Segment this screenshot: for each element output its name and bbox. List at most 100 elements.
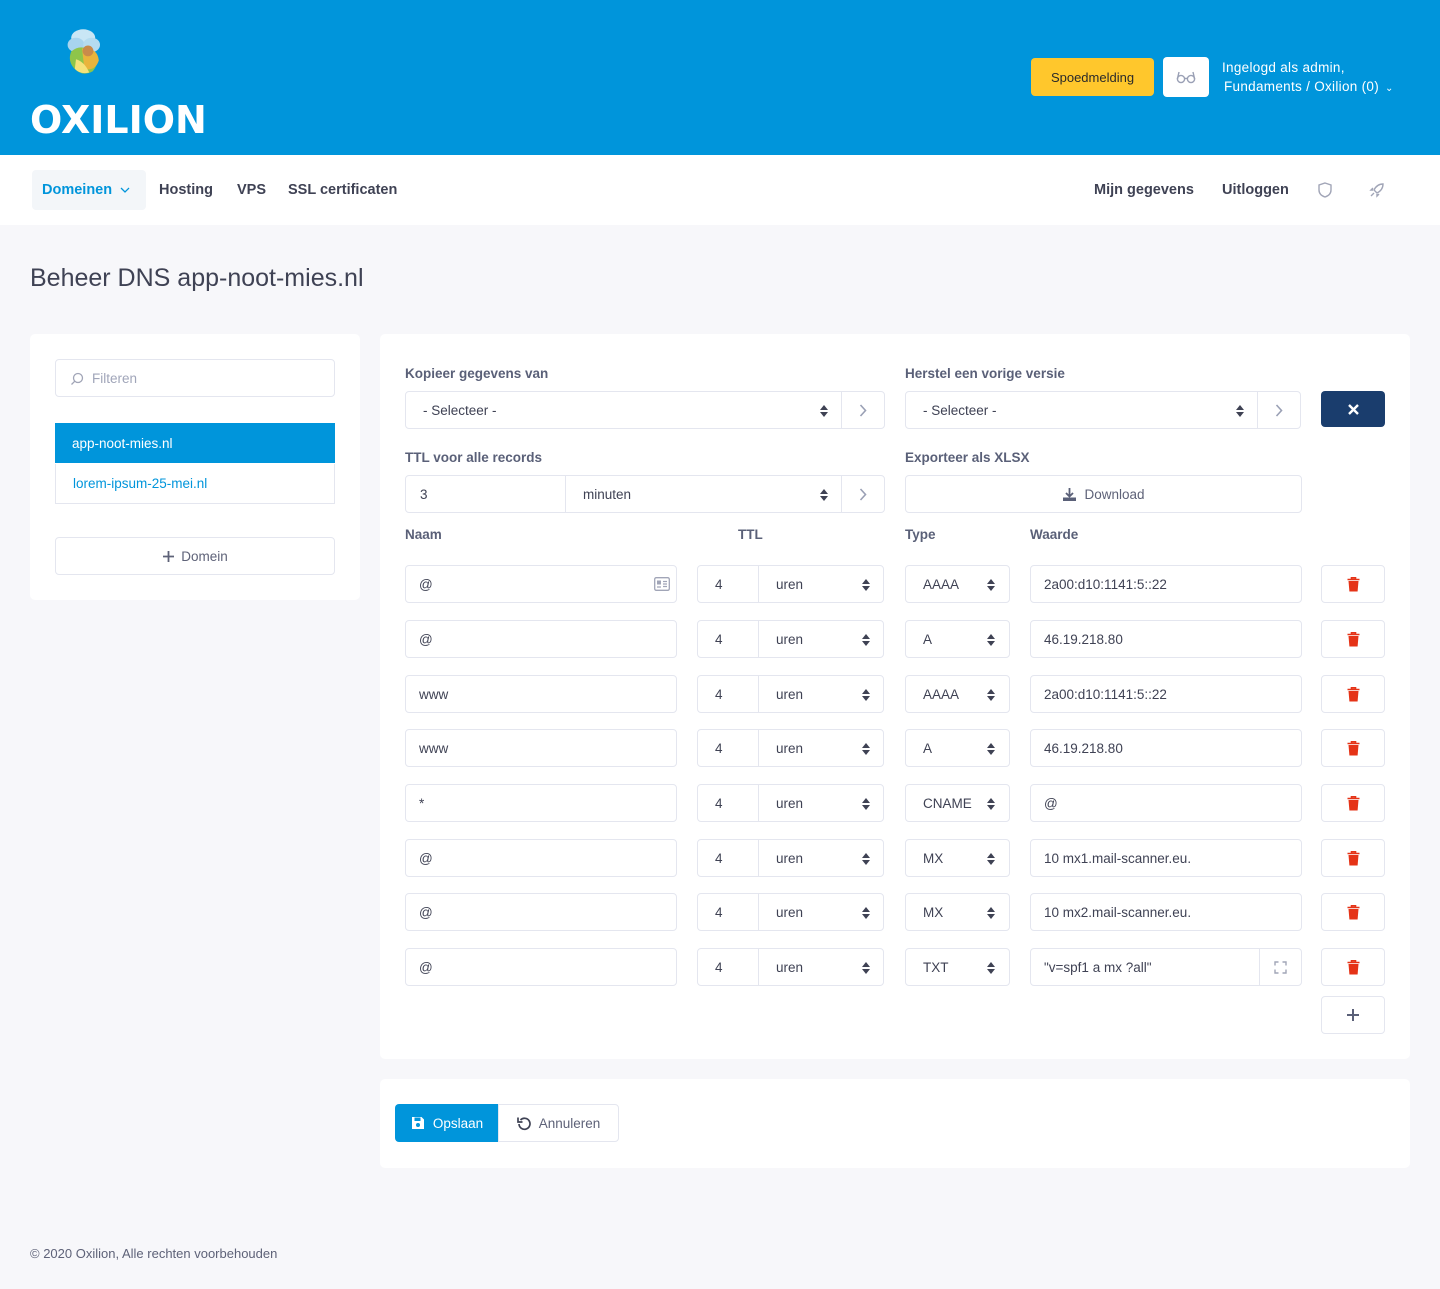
record-name-input[interactable]: www bbox=[405, 675, 677, 713]
record-ttl-unit-select[interactable]: uren bbox=[758, 729, 884, 767]
record-ttl-unit-value: uren bbox=[776, 631, 804, 647]
plus-icon bbox=[163, 550, 175, 562]
nav-item-ssl[interactable]: SSL certificaten bbox=[288, 170, 397, 210]
record-name-input[interactable]: * bbox=[405, 784, 677, 822]
record-ttl-unit-select[interactable]: uren bbox=[758, 620, 884, 658]
delete-record-button[interactable] bbox=[1321, 948, 1385, 986]
record-ttl-unit-value: uren bbox=[776, 740, 804, 756]
nav-item-domeinen[interactable]: Domeinen bbox=[32, 170, 146, 210]
record-ttl-input[interactable]: 4 bbox=[697, 729, 759, 767]
contact-card-icon[interactable] bbox=[654, 577, 670, 591]
record-ttl-unit-select[interactable]: uren bbox=[758, 675, 884, 713]
save-button[interactable]: Opslaan bbox=[395, 1104, 499, 1142]
filter-field[interactable]: Filteren bbox=[55, 359, 335, 397]
cancel-button[interactable]: Annuleren bbox=[498, 1104, 619, 1142]
restore-apply-button[interactable] bbox=[1257, 391, 1301, 429]
shield-icon[interactable] bbox=[1316, 181, 1334, 199]
record-type-select[interactable]: TXT bbox=[905, 948, 1010, 986]
record-value-input[interactable]: "v=spf1 a mx ?all" bbox=[1030, 948, 1302, 986]
chevron-right-icon bbox=[859, 403, 867, 417]
oxilion-logo-icon[interactable] bbox=[58, 18, 148, 103]
record-ttl-input[interactable]: 4 bbox=[697, 675, 759, 713]
domain-list-item-active[interactable]: app-noot-mies.nl bbox=[55, 423, 335, 463]
record-value-input[interactable]: 46.19.218.80 bbox=[1030, 729, 1302, 767]
nav-item-vps[interactable]: VPS bbox=[237, 170, 266, 210]
record-value-input[interactable]: 46.19.218.80 bbox=[1030, 620, 1302, 658]
sort-arrows-icon bbox=[862, 579, 870, 591]
rocket-icon[interactable] bbox=[1368, 181, 1386, 199]
record-ttl-input[interactable]: 4 bbox=[697, 620, 759, 658]
record-type-select[interactable]: MX bbox=[905, 893, 1010, 931]
record-type-select[interactable]: AAAA bbox=[905, 675, 1010, 713]
export-label: Exporteer als XLSX bbox=[905, 450, 1030, 465]
urgent-report-button[interactable]: Spoedmelding bbox=[1031, 58, 1154, 96]
sort-arrows-icon bbox=[862, 853, 870, 865]
record-name-input[interactable]: @ bbox=[405, 565, 677, 603]
record-ttl-unit-select[interactable]: uren bbox=[758, 565, 884, 603]
record-type-select[interactable]: AAAA bbox=[905, 565, 1010, 603]
delete-record-button[interactable] bbox=[1321, 839, 1385, 877]
record-name-input[interactable]: @ bbox=[405, 620, 677, 658]
record-ttl-input[interactable]: 4 bbox=[697, 565, 759, 603]
record-ttl-unit-select[interactable]: uren bbox=[758, 893, 884, 931]
record-value-input[interactable]: @ bbox=[1030, 784, 1302, 822]
dns-record-row: @ 4 uren TXT "v=spf1 a mx ?all" bbox=[0, 948, 1440, 986]
record-value-input[interactable]: 10 mx1.mail-scanner.eu. bbox=[1030, 839, 1302, 877]
sort-arrows-icon bbox=[987, 853, 995, 865]
delete-record-button[interactable] bbox=[1321, 620, 1385, 658]
delete-record-button[interactable] bbox=[1321, 893, 1385, 931]
record-ttl-input[interactable]: 4 bbox=[697, 839, 759, 877]
sort-arrows-icon bbox=[987, 907, 995, 919]
user-line-1: Ingelogd als admin, bbox=[1222, 60, 1345, 75]
record-ttl-unit-select[interactable]: uren bbox=[758, 948, 884, 986]
record-type-select[interactable]: A bbox=[905, 729, 1010, 767]
add-record-button[interactable] bbox=[1321, 996, 1385, 1034]
delete-record-button[interactable] bbox=[1321, 784, 1385, 822]
record-value-input[interactable]: 2a00:d10:1141:5::22 bbox=[1030, 565, 1302, 603]
nav-item-my-details[interactable]: Mijn gegevens bbox=[1094, 170, 1194, 210]
expand-button[interactable] bbox=[1259, 949, 1301, 985]
copy-from-select[interactable]: - Selecteer - bbox=[405, 391, 842, 429]
ttl-all-input[interactable]: 3 bbox=[405, 475, 566, 513]
record-value-input[interactable]: 2a00:d10:1141:5::22 bbox=[1030, 675, 1302, 713]
copy-from-value: - Selecteer - bbox=[423, 402, 497, 418]
record-ttl-unit-select[interactable]: uren bbox=[758, 839, 884, 877]
top-header: OXILION Spoedmelding Ingelogd als admin,… bbox=[0, 0, 1440, 155]
record-type-select[interactable]: MX bbox=[905, 839, 1010, 877]
delete-record-button[interactable] bbox=[1321, 729, 1385, 767]
ttl-all-label: TTL voor alle records bbox=[405, 450, 543, 465]
nav-item-logout[interactable]: Uitloggen bbox=[1222, 170, 1289, 210]
record-type-select[interactable]: CNAME bbox=[905, 784, 1010, 822]
ttl-all-unit-select[interactable]: minuten bbox=[565, 475, 842, 513]
sort-arrows-icon bbox=[987, 798, 995, 810]
record-value-input[interactable]: 10 mx2.mail-scanner.eu. bbox=[1030, 893, 1302, 931]
download-button[interactable]: Download bbox=[905, 475, 1302, 513]
download-label: Download bbox=[1084, 486, 1145, 502]
user-menu[interactable]: Ingelogd als admin, Fundaments / Oxilion… bbox=[1222, 58, 1394, 98]
close-button[interactable] bbox=[1321, 391, 1385, 427]
record-name-input[interactable]: @ bbox=[405, 948, 677, 986]
record-type-select[interactable]: A bbox=[905, 620, 1010, 658]
domain-list-item[interactable]: lorem-ipsum-25-mei.nl bbox=[55, 464, 335, 504]
record-ttl-input[interactable]: 4 bbox=[697, 948, 759, 986]
record-name-input[interactable]: @ bbox=[405, 893, 677, 931]
delete-record-button[interactable] bbox=[1321, 675, 1385, 713]
dns-record-row: * 4 uren CNAME @ bbox=[0, 784, 1440, 822]
nav-item-hosting[interactable]: Hosting bbox=[159, 170, 213, 210]
record-ttl-input[interactable]: 4 bbox=[697, 784, 759, 822]
delete-record-button[interactable] bbox=[1321, 565, 1385, 603]
floppy-disk-icon bbox=[411, 1117, 424, 1129]
view-as-button[interactable] bbox=[1163, 57, 1209, 97]
restore-version-select[interactable]: - Selecteer - bbox=[905, 391, 1258, 429]
record-name-input[interactable]: www bbox=[405, 729, 677, 767]
sort-arrows-icon bbox=[987, 743, 995, 755]
ttl-all-apply-button[interactable] bbox=[841, 475, 885, 513]
record-ttl-input[interactable]: 4 bbox=[697, 893, 759, 931]
sort-arrows-icon bbox=[862, 962, 870, 974]
record-type-value: AAAA bbox=[923, 686, 960, 702]
record-name-input[interactable]: @ bbox=[405, 839, 677, 877]
record-ttl-unit-select[interactable]: uren bbox=[758, 784, 884, 822]
sort-arrows-icon bbox=[987, 962, 995, 974]
copy-apply-button[interactable] bbox=[841, 391, 885, 429]
sort-arrows-icon bbox=[987, 634, 995, 646]
